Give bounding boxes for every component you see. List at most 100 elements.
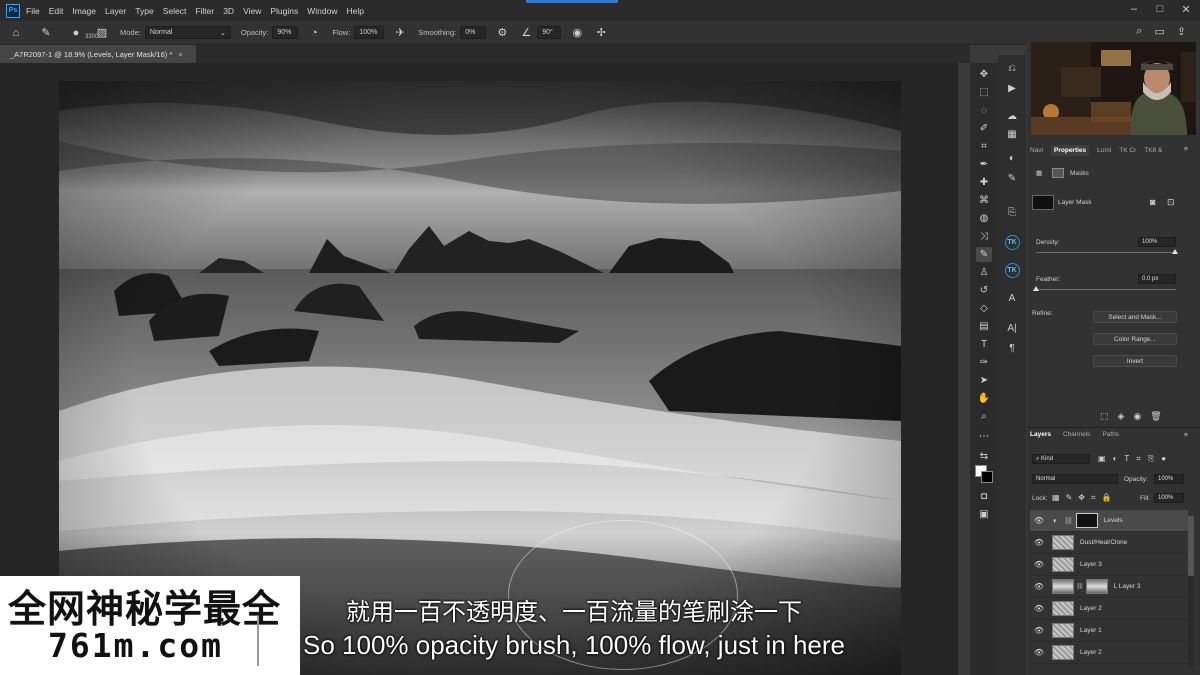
gear-icon[interactable]: ⚙ [494,25,510,41]
tk-panel-2-icon[interactable]: TK [1004,262,1020,278]
crop-tool-icon[interactable]: ⌗ [976,139,992,154]
layer-filter-select[interactable]: ⌕ Kind [1032,454,1090,464]
tab-navigator[interactable]: Navi [1030,147,1043,154]
mask-link-icon[interactable]: ⛓ [1064,517,1073,525]
menu-select[interactable]: Select [163,6,187,16]
density-slider-thumb[interactable] [1172,249,1178,254]
flow-input[interactable]: 100% [354,26,385,39]
tk-panel-1-icon[interactable]: TK [1004,234,1020,250]
layer-row[interactable]: 👁 Layer 2 [1030,598,1188,620]
menu-layer[interactable]: Layer [105,6,126,16]
symmetry-icon[interactable]: ✢ [593,25,609,41]
quick-select-tool-icon[interactable]: ✐ [976,121,992,136]
background-color-swatch[interactable] [981,471,993,483]
mode-select[interactable]: Normal ⌄ [144,26,231,39]
transform-tool-icon[interactable]: ⤨ [976,229,992,244]
move-tool-icon[interactable]: ✥ [976,67,992,82]
tab-channels[interactable]: Channels [1063,431,1090,438]
color-range-button[interactable]: Color Range... [1093,333,1177,345]
smart-filter-icon[interactable]: ⎘ [1148,454,1154,464]
feather-slider-thumb[interactable] [1033,286,1039,291]
lock-transparency-icon[interactable]: ▦ [1052,493,1060,503]
libraries-panel-icon[interactable]: ☁ [1004,109,1020,123]
toggle-mask-icon[interactable]: ◉ [1133,411,1141,422]
more-tools-icon[interactable]: ⋯ [976,429,992,444]
density-slider-track[interactable] [1036,252,1176,253]
adjustment-filter-icon[interactable]: ◐ [1113,454,1118,464]
layer-mask-thumbnail[interactable] [1032,195,1054,210]
menu-plugins[interactable]: Plugins [270,6,298,16]
opacity-input[interactable]: 90% [272,26,299,39]
shape-filter-icon[interactable]: ⌗ [1136,454,1141,464]
character-panel-icon[interactable]: A| [1004,321,1020,335]
swatches-panel-icon[interactable]: ▦ [1004,127,1020,141]
clone-tool-icon[interactable]: ◍ [976,211,992,226]
history-brush-icon[interactable]: ↺ [976,283,992,298]
patch-tool-icon[interactable]: ⌘ [976,193,992,208]
select-vector-mask-icon[interactable]: ⊡ [1167,197,1175,208]
workspace-icon[interactable]: ▭ [1154,25,1164,38]
brush-tool-icon[interactable]: ✎ [976,247,992,262]
angle-input[interactable]: 90° [537,26,562,39]
search-icon[interactable]: ⌕ [1136,25,1142,38]
density-input[interactable]: 100% [1138,237,1176,247]
pixel-mask-icon[interactable]: ▦ [1036,169,1042,177]
blend-mode-select[interactable]: Normal [1032,474,1118,484]
glyphs-panel-icon[interactable]: A [1004,291,1020,305]
document-tab[interactable]: _A7R2097-1 @ 18.9% (Levels, Layer Mask/1… [0,45,196,63]
close-tab-icon[interactable]: × [178,50,182,59]
feather-slider-track[interactable] [1036,289,1176,290]
share-icon[interactable]: ⇪ [1177,25,1186,38]
layer-opacity-input[interactable]: 100% [1154,474,1184,484]
pressure-size-icon[interactable]: ◉ [569,25,585,41]
zoom-tool-icon[interactable]: ⌕ [976,409,992,424]
home-icon[interactable]: ⌂ [8,25,24,41]
menu-edit[interactable]: Edit [49,6,64,16]
delete-mask-icon[interactable]: 🗑 [1150,411,1161,422]
brush-preset-icon[interactable]: ● [68,25,84,41]
tab-lumi[interactable]: Lumi [1097,147,1111,154]
menu-view[interactable]: View [243,6,261,16]
maximize-icon[interactable]: □ [1154,3,1166,16]
close-window-icon[interactable]: ✕ [1180,3,1192,16]
feather-input[interactable]: 0.0 px [1138,274,1176,284]
clone-source-panel-icon[interactable]: ⎘ [1004,205,1020,219]
menu-image[interactable]: Image [72,6,96,16]
visibility-eye-icon[interactable]: 👁 [1033,582,1045,591]
screen-mode-icon[interactable]: ▣ [976,507,992,522]
layer-row[interactable]: 👁 ⛓ L Layer 3 [1030,576,1188,598]
marquee-tool-icon[interactable]: ⬚ [976,85,992,100]
menu-file[interactable]: File [26,6,40,16]
minimize-icon[interactable]: – [1128,3,1140,16]
pen-tool-icon[interactable]: ✑ [976,355,992,370]
layers-menu-icon[interactable]: ≡ [1184,432,1188,439]
visibility-eye-icon[interactable]: 👁 [1033,626,1045,635]
lock-artboard-icon[interactable]: ⌗ [1091,493,1096,503]
pressure-opacity-icon[interactable]: ◔ [306,25,322,41]
visibility-eye-icon[interactable]: 👁 [1033,604,1045,613]
visibility-eye-icon[interactable]: 👁 [1033,538,1045,547]
type-filter-icon[interactable]: T [1124,454,1129,464]
tab-tk-cr[interactable]: TK Cr [1119,147,1136,154]
layer-row[interactable]: 👁 ◐ ⛓ Levels [1030,510,1188,532]
hand-tool-icon[interactable]: ✋ [976,391,992,406]
eraser-tool-icon[interactable]: ◇ [976,301,992,316]
type-tool-icon[interactable]: T [976,337,992,352]
layer-row[interactable]: 👁 Layer 2 [1030,642,1188,664]
healing-tool-icon[interactable]: ✚ [976,175,992,190]
select-and-mask-button[interactable]: Select and Mask... [1093,311,1177,323]
filter-toggle-icon[interactable]: ● [1161,454,1166,464]
path-select-icon[interactable]: ➤ [976,373,992,388]
layers-scrollbar-thumb[interactable] [1188,516,1194,576]
layer-mask-thumbnail[interactable] [1075,513,1098,528]
menu-3d[interactable]: 3D [223,6,234,16]
menu-help[interactable]: Help [346,6,363,16]
lock-pixels-icon[interactable]: ✎ [1066,493,1073,503]
swap-colors-icon[interactable]: ⇆ [976,449,992,464]
fill-input[interactable]: 100% [1154,493,1184,503]
paragraph-panel-icon[interactable]: ¶ [1004,341,1020,355]
adjustments-panel-icon[interactable]: ◐ [1004,151,1020,165]
brush-tool-icon[interactable]: ✎ [38,25,54,41]
menu-type[interactable]: Type [135,6,153,16]
lasso-tool-icon[interactable]: ◌ [976,103,992,118]
